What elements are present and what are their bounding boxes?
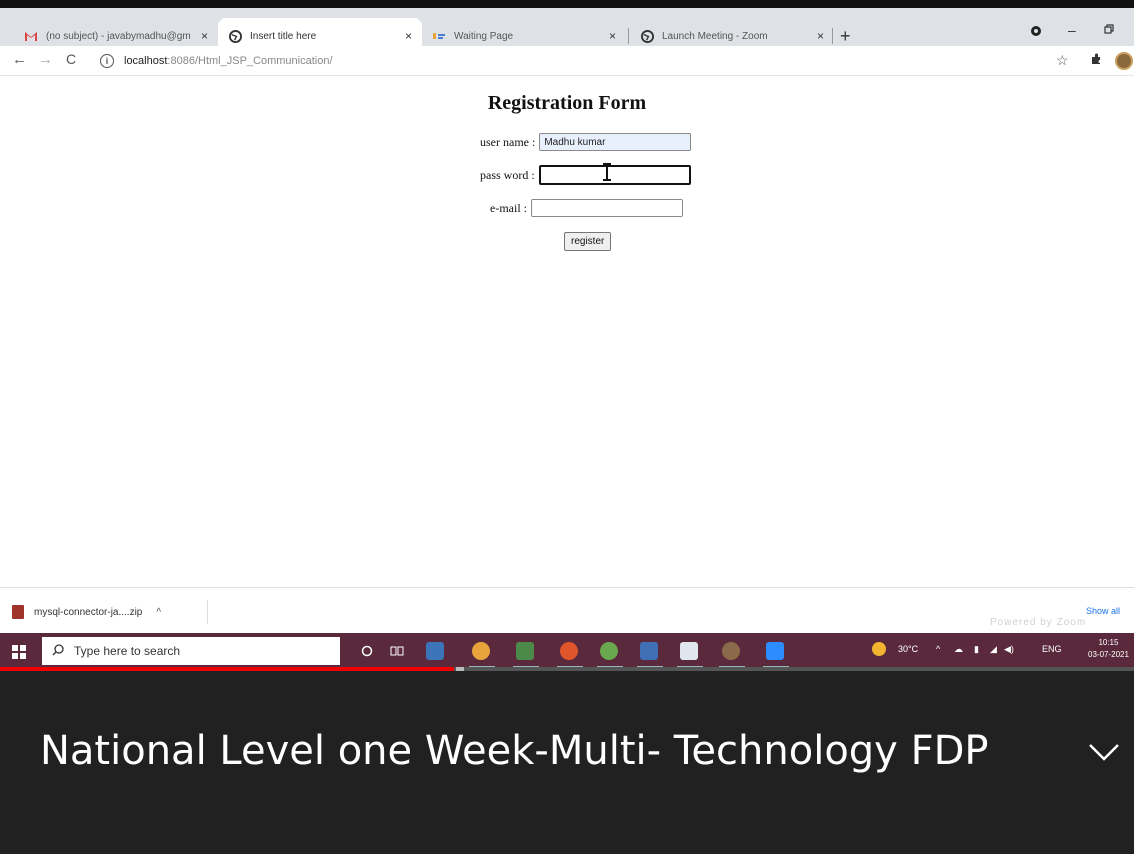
window-top-border: [0, 0, 1134, 8]
cortana-icon[interactable]: [358, 642, 376, 660]
web-page: Registration Form user name : pass word …: [0, 77, 1134, 587]
extensions-icon[interactable]: [1090, 52, 1102, 68]
reload-icon[interactable]: C: [66, 51, 76, 67]
task-view-icon[interactable]: [388, 642, 406, 660]
password-input[interactable]: [538, 165, 691, 185]
weather-sun-icon[interactable]: [872, 642, 886, 656]
chevron-up-icon[interactable]: ^: [156, 607, 161, 618]
windows-taskbar: Type here to search 30°C ^ ☁ ▮ ◢ ◀) ENG: [0, 633, 1134, 669]
close-icon[interactable]: ×: [609, 29, 616, 43]
download-shelf: mysql-connector-ja....zip ^ Show all Pow…: [0, 587, 1134, 633]
clock-time: 10:15: [1098, 638, 1119, 647]
address-bar: ← → C i localhost :8086/Html_JSP_Communi…: [0, 46, 1134, 76]
username-input[interactable]: [539, 133, 692, 151]
close-icon[interactable]: ×: [817, 29, 824, 43]
tab-label: Insert title here: [250, 30, 317, 42]
globe-icon: [640, 29, 654, 43]
username-label: user name :: [480, 134, 536, 149]
file-explorer-icon[interactable]: [426, 642, 444, 660]
search-placeholder: Type here to search: [74, 644, 181, 658]
register-button[interactable]: register: [564, 232, 612, 251]
chrome-icon[interactable]: [472, 642, 490, 660]
tab-separator: [832, 28, 833, 44]
wifi-icon[interactable]: ◢: [990, 644, 997, 655]
password-row: pass word :: [480, 165, 691, 185]
temperature: 30°C: [898, 644, 919, 654]
archive-file-icon: [12, 605, 24, 619]
windows-start-icon[interactable]: [12, 645, 26, 659]
tab-strip: (no subject) - javabymadhu@gm × Insert t…: [0, 8, 1134, 54]
tab-label: Launch Meeting - Zoom: [662, 30, 768, 42]
tab-separator: [628, 28, 629, 44]
clock-date: 03-07-2021: [1088, 650, 1129, 659]
url-field[interactable]: i localhost :8086/Html_JSP_Communication…: [100, 50, 1050, 72]
search-icon: [52, 643, 64, 659]
bookmark-star-icon[interactable]: ☆: [1056, 52, 1069, 69]
window-app-icon[interactable]: [680, 642, 698, 660]
maximize-icon[interactable]: [1104, 21, 1114, 37]
language-indicator[interactable]: ENG: [1042, 644, 1062, 654]
editor-icon[interactable]: [516, 642, 534, 660]
site-info-icon[interactable]: i: [100, 54, 114, 68]
close-icon[interactable]: ×: [201, 29, 208, 43]
zoom-icon[interactable]: [766, 642, 784, 660]
taskbar-clock[interactable]: 10:15 03-07-2021: [1088, 637, 1129, 661]
gmail-icon: [24, 29, 38, 43]
zoom-watermark: Powered by Zoom: [990, 617, 1087, 628]
profile-circle-icon[interactable]: [1030, 24, 1042, 40]
forward-arrow-icon[interactable]: →: [38, 51, 53, 68]
new-tab-button[interactable]: +: [840, 26, 851, 47]
back-arrow-icon[interactable]: ←: [12, 51, 27, 68]
cloud-icon[interactable]: ☁: [954, 644, 963, 655]
screenshot: (no subject) - javabymadhu@gm × Insert t…: [0, 0, 1134, 854]
profile-avatar[interactable]: [1115, 52, 1133, 70]
close-icon[interactable]: ×: [405, 29, 412, 43]
page-title: Registration Form: [487, 92, 647, 114]
video-title-panel: National Level one Week-Multi- Technolog…: [0, 671, 1134, 854]
email-label: e-mail :: [490, 200, 527, 215]
video-title: National Level one Week-Multi- Technolog…: [40, 728, 989, 774]
tab-label: Waiting Page: [454, 30, 514, 42]
tomcat-icon[interactable]: [722, 642, 740, 660]
firefox-icon[interactable]: [560, 642, 578, 660]
download-filename: mysql-connector-ja....zip: [34, 606, 143, 618]
chevron-down-icon[interactable]: [1086, 739, 1122, 763]
chevron-up-icon[interactable]: ^: [936, 644, 940, 654]
url-host: localhost: [124, 55, 168, 67]
url-path: :8086/Html_JSP_Communication/: [167, 55, 333, 67]
app-icon[interactable]: [640, 642, 658, 660]
email-row: e-mail :: [490, 199, 683, 217]
email-input[interactable]: [530, 199, 683, 217]
tab-label: (no subject) - javabymadhu@gm: [46, 30, 191, 42]
battery-icon[interactable]: ▮: [974, 644, 979, 655]
globe-icon: [228, 29, 242, 43]
minimize-icon[interactable]: –: [1068, 22, 1076, 38]
username-row: user name :: [480, 133, 692, 151]
password-label: pass word :: [480, 167, 535, 182]
show-all-link[interactable]: Show all: [1086, 606, 1120, 616]
download-item[interactable]: mysql-connector-ja....zip ^: [12, 600, 208, 624]
eclipse-icon[interactable]: [600, 642, 618, 660]
zoom-waiting-icon: [432, 29, 446, 43]
speaker-icon[interactable]: ◀): [1004, 644, 1014, 655]
taskbar-search-box[interactable]: Type here to search: [42, 637, 340, 665]
